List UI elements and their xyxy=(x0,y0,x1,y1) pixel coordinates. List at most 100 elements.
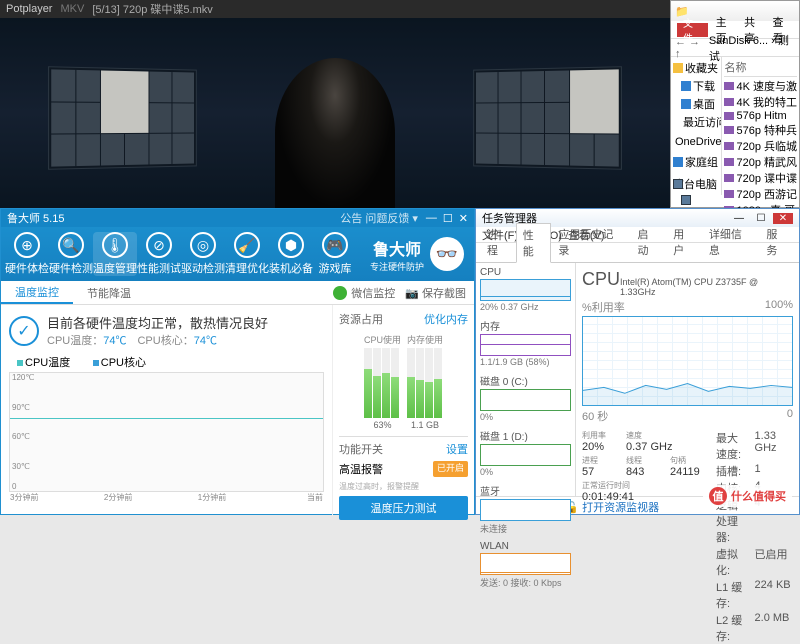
tool-icon: ⊘ xyxy=(146,232,172,258)
file-item[interactable]: 4K 我的特工 xyxy=(724,94,797,110)
cpu-usage-value: 63% xyxy=(364,420,401,430)
desktop-icon xyxy=(681,99,691,109)
video-file-icon xyxy=(724,142,734,150)
ludashi-window: 鲁大师 5.15 公告 问题反馈 ▾ — ☐ ✕ ⊕硬件体检🔍硬件检测🌡温度管理… xyxy=(0,208,475,515)
video-person xyxy=(275,58,395,208)
tool-性能测试[interactable]: ⊘性能测试 xyxy=(137,232,181,276)
high-temp-alarm-label: 高温报警 xyxy=(339,461,383,477)
tab-temp-monitor[interactable]: 温度监控 xyxy=(1,281,73,304)
ludashi-brand: 鲁大师 专注硬件防护 👓 xyxy=(370,236,470,273)
stat-label: 正常运行时间 xyxy=(582,480,706,491)
watermark: 值 什么值得买 xyxy=(703,485,792,507)
perf-item-内存[interactable]: 内存1.1/1.9 GB (58%) xyxy=(480,318,571,367)
open-resmon-link[interactable]: 🔓 打开资源监视器 xyxy=(565,499,659,515)
tool-icon: ⊕ xyxy=(14,232,40,258)
tree-item[interactable]: 下载 xyxy=(693,78,715,94)
file-item[interactable]: 720p 谍中谍 xyxy=(724,170,797,186)
cpu-details: 最大速度:1.33 GHz 插槽:1 内核:4 逻辑处理器:4 虚拟化:已启用 … xyxy=(716,430,793,644)
video-monitor-left xyxy=(48,66,197,170)
cpu-chart[interactable] xyxy=(582,316,793,406)
tool-清理优化[interactable]: 🧹清理优化 xyxy=(225,232,269,276)
tool-装机必备[interactable]: ⬢装机必备 xyxy=(269,232,313,276)
potplayer-app-name: Potplayer xyxy=(6,3,52,15)
tree-favorites[interactable]: 收藏夹 xyxy=(685,60,718,76)
minimize-button[interactable]: — xyxy=(426,212,437,225)
taskmgr-tabs: 进程性能应用历史记录启动用户详细信息服务 xyxy=(476,243,799,263)
funcs-settings-link[interactable]: 设置 xyxy=(446,441,468,457)
mem-usage-label: 内存使用 xyxy=(407,333,443,346)
ludashi-titlebar[interactable]: 鲁大师 5.15 公告 问题反馈 ▾ — ☐ ✕ xyxy=(1,209,474,227)
column-header-name[interactable]: 名称 xyxy=(724,59,797,77)
save-screenshot-link[interactable]: 📷 保存截图 xyxy=(405,285,466,301)
explorer-tree[interactable]: 收藏夹 下载 桌面 最近访问的位置 OneDrive 家庭组 这台电脑 Admi… xyxy=(671,57,722,195)
ludashi-main: ✓ 目前各硬件温度均正常，散热情况良好 CPU温度：74℃ CPU核心：74℃ … xyxy=(1,305,332,516)
homegroup-icon xyxy=(673,157,683,167)
stat-label: 速度 xyxy=(626,430,672,441)
stat-value: 20% xyxy=(582,441,618,453)
tool-游戏库[interactable]: 🎮游戏库 xyxy=(313,232,357,276)
tab-详细信息[interactable]: 详细信息 xyxy=(702,222,759,262)
file-item[interactable]: 576p Hitm xyxy=(724,110,797,122)
potplayer-format: MKV xyxy=(60,3,84,15)
wechat-icon[interactable] xyxy=(333,286,347,300)
video-file-icon xyxy=(724,112,734,120)
tool-温度管理[interactable]: 🌡温度管理 xyxy=(93,232,137,276)
maximize-button[interactable]: ☐ xyxy=(443,212,453,225)
potplayer-file-title: [5/13] 720p 碟中谍5.mkv xyxy=(92,1,212,17)
file-item[interactable]: 576p 特种兵 xyxy=(724,122,797,138)
explorer-pathbar[interactable]: ← → ↑ SanDisk 6... › 测试 xyxy=(671,39,799,57)
stat-label: 进程 xyxy=(582,455,618,466)
optimize-memory-link[interactable]: 优化内存 xyxy=(424,311,468,327)
file-item[interactable]: 4K 速度与激 xyxy=(724,78,797,94)
check-icon: ✓ xyxy=(9,316,39,346)
tool-硬件检测[interactable]: 🔍硬件检测 xyxy=(49,232,93,276)
tool-icon: ⬢ xyxy=(278,232,304,258)
resource-title: 资源占用 xyxy=(339,311,383,327)
video-file-icon xyxy=(724,126,734,134)
temp-stress-test-button[interactable]: 温度压力测试 xyxy=(339,496,468,520)
tool-icon: 🧹 xyxy=(234,232,260,258)
ludashi-title-links[interactable]: 公告 问题反馈 ▾ xyxy=(340,210,418,226)
perf-item-磁盘 1 (D:)[interactable]: 磁盘 1 (D:)0% xyxy=(480,428,571,477)
explorer-file-tab[interactable]: 文件 xyxy=(677,23,708,37)
tab-性能[interactable]: 性能 xyxy=(516,223,552,263)
cpu-usage-label: CPU使用 xyxy=(364,333,401,346)
pc-icon xyxy=(673,179,683,189)
tree-homegroup[interactable]: 家庭组 xyxy=(685,154,718,170)
file-item[interactable]: 720p 兵临城 xyxy=(724,138,797,154)
status-title: 目前各硬件温度均正常，散热情况良好 xyxy=(47,313,268,332)
tree-item[interactable]: 最近访问的位置 xyxy=(683,114,722,130)
tab-power-save[interactable]: 节能降温 xyxy=(73,281,145,304)
tree-item[interactable]: 桌面 xyxy=(693,96,715,112)
tab-服务[interactable]: 服务 xyxy=(759,222,795,262)
star-icon xyxy=(673,63,683,73)
perf-item-WLAN[interactable]: WLAN发送: 0 接收: 0 Kbps xyxy=(480,541,571,589)
tab-进程[interactable]: 进程 xyxy=(480,222,516,262)
tree-onedrive[interactable]: OneDrive xyxy=(675,136,721,148)
tab-启动[interactable]: 启动 xyxy=(631,222,667,262)
axis-label: 60 秒 xyxy=(582,408,608,424)
download-icon xyxy=(681,81,691,91)
video-file-icon xyxy=(724,158,734,166)
file-item[interactable]: 720p 西游记 xyxy=(724,186,797,202)
tool-硬件体检[interactable]: ⊕硬件体检 xyxy=(5,232,49,276)
nav-arrows[interactable]: ← → ↑ xyxy=(675,36,707,60)
close-button[interactable]: ✕ xyxy=(459,212,468,225)
perf-item-蓝牙[interactable]: 蓝牙未连接 xyxy=(480,483,571,535)
tool-驱动检测[interactable]: ◎驱动检测 xyxy=(181,232,225,276)
wechat-monitor-link[interactable]: 微信监控 xyxy=(351,285,395,301)
tool-icon: 🔍 xyxy=(58,232,84,258)
perf-item-CPU[interactable]: CPU20% 0.37 GHz xyxy=(480,267,571,312)
enabled-badge[interactable]: 已开启 xyxy=(433,461,468,477)
tab-应用历史记录[interactable]: 应用历史记录 xyxy=(551,222,630,262)
taskmgr-sidebar[interactable]: CPU20% 0.37 GHz 内存1.1/1.9 GB (58%) 磁盘 0 (C… xyxy=(476,263,576,496)
potplayer-titlebar[interactable]: Potplayer MKV [5/13] 720p 碟中谍5.mkv xyxy=(0,0,670,18)
video-area[interactable] xyxy=(0,18,670,208)
explorer-filelist[interactable]: 名称 4K 速度与激4K 我的特工576p Hitm576p 特种兵720p 兵… xyxy=(722,57,799,195)
file-item[interactable]: 720p 精武风 xyxy=(724,154,797,170)
axis-label: %利用率 xyxy=(582,299,625,315)
ludashi-tabs: 温度监控 节能降温 微信监控 📷 保存截图 xyxy=(1,281,474,305)
perf-item-磁盘 0 (C:)[interactable]: 磁盘 0 (C:)0% xyxy=(480,373,571,422)
tool-icon: ◎ xyxy=(190,232,216,258)
tab-用户[interactable]: 用户 xyxy=(666,222,702,262)
